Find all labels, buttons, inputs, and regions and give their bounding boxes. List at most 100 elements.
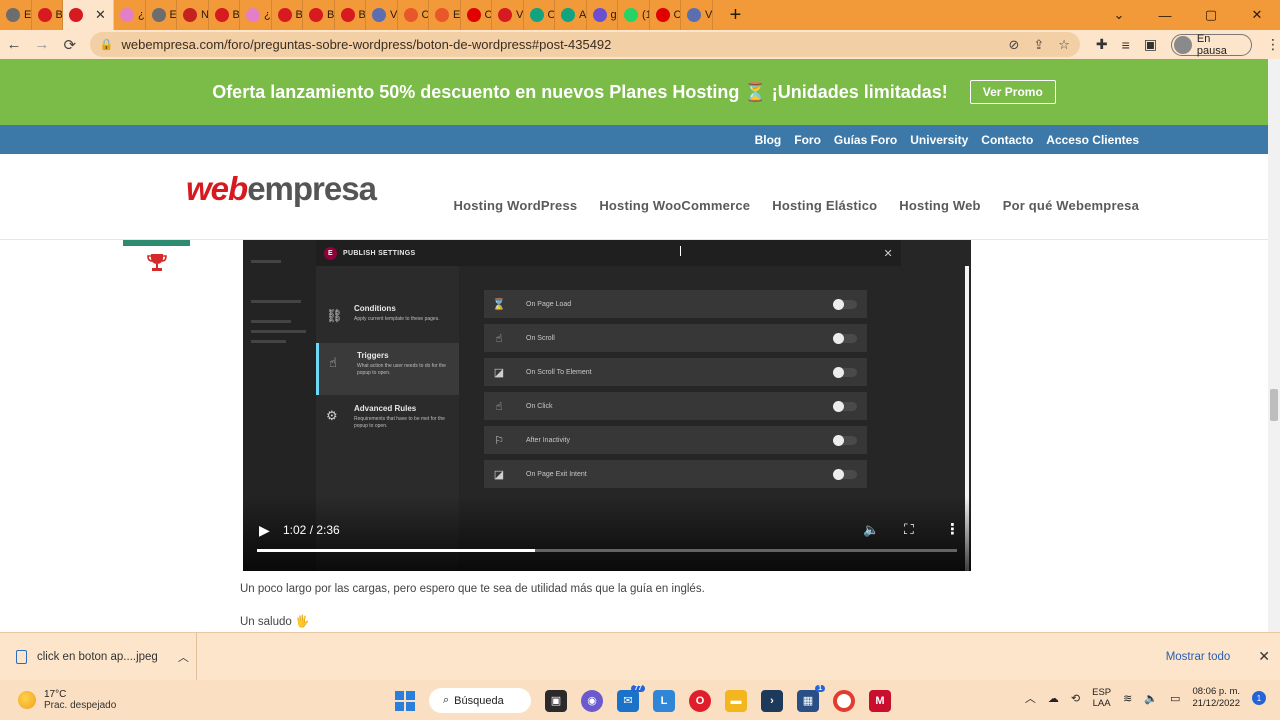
onedrive-cloud-icon[interactable]: ☁ <box>1048 692 1059 705</box>
browser-tab[interactable]: ¿Cc <box>240 0 272 30</box>
new-tab-button[interactable]: + <box>721 4 751 27</box>
browser-tab[interactable]: Cre <box>650 0 681 30</box>
terminal-icon[interactable]: › <box>761 689 783 712</box>
extensions-icon[interactable]: ✚ <box>1096 36 1108 53</box>
mail-icon[interactable]: ✉ 77 <box>617 684 645 712</box>
gmail-icon <box>183 8 197 22</box>
sync-icon[interactable]: ⟲ <box>1071 692 1080 705</box>
main-nav-link[interactable]: Hosting WooCommerce <box>599 198 750 213</box>
tab-search-icon[interactable]: ⌄ <box>1096 0 1142 30</box>
main-nav: Hosting WordPress Hosting WooCommerce Host… <box>454 198 1139 213</box>
wifi-icon[interactable]: ≋ <box>1123 692 1132 705</box>
top-nav-link[interactable]: Acceso Clientes <box>1046 133 1139 147</box>
chevron-up-icon[interactable]: ︿ <box>178 649 189 665</box>
browser-tab[interactable]: Bot <box>32 0 63 30</box>
main-nav-link[interactable]: Hosting Elástico <box>772 198 877 213</box>
main-nav-link[interactable]: Hosting Web <box>899 198 980 213</box>
language-indicator[interactable]: ESP LAA <box>1092 687 1111 709</box>
browser-tab[interactable]: Nu <box>177 0 209 30</box>
top-nav-link[interactable]: Foro <box>794 133 821 147</box>
elementor-icon <box>120 8 134 22</box>
chrome-app-icon[interactable] <box>833 689 855 712</box>
windows-start-icon[interactable] <box>395 690 415 711</box>
back-button[interactable]: ← <box>0 36 28 53</box>
browser-tab[interactable]: Bot <box>335 0 366 30</box>
reading-list-icon[interactable]: ≡ <box>1122 37 1130 53</box>
browser-tab[interactable]: gui <box>587 0 618 30</box>
inactivity-icon: ⚐ <box>494 434 504 447</box>
download-bar: click en boton ap....jpeg ︿ Mostrar todo… <box>0 632 1280 681</box>
close-icon[interactable]: ✕ <box>1258 648 1270 665</box>
tab-label: Ele <box>453 9 461 21</box>
download-item[interactable]: click en boton ap....jpeg ︿ <box>0 632 197 681</box>
tab-label: Vie <box>390 9 398 21</box>
elementor-icon <box>246 8 260 22</box>
tab-close-icon[interactable]: ✕ <box>95 7 106 23</box>
tab-label: Bot <box>358 9 366 21</box>
battery-icon[interactable]: ▭ <box>1170 692 1180 705</box>
profile-button[interactable]: En pausa <box>1171 33 1253 57</box>
video-time: 1:02 / 2:36 <box>283 523 340 537</box>
volume-icon[interactable]: 🔈 <box>863 522 879 538</box>
bookmark-star-icon[interactable]: ☆ <box>1058 37 1070 53</box>
file-explorer-icon[interactable]: ▬ <box>725 689 747 712</box>
task-view-icon[interactable]: ▣ <box>545 689 567 712</box>
webempresa-logo[interactable]: webempresa <box>186 170 377 208</box>
chat-icon[interactable]: ◉ <box>581 689 603 712</box>
maximize-icon[interactable]: ▢ <box>1188 0 1234 30</box>
scrollbar-thumb[interactable] <box>1270 389 1278 421</box>
fullscreen-icon[interactable]: ⛶ <box>904 521 914 538</box>
browser-tab[interactable]: ✕ <box>63 0 114 30</box>
minimize-icon[interactable]: — <box>1142 0 1188 30</box>
browser-tab[interactable]: Ele <box>146 0 177 30</box>
play-icon[interactable]: ▶ <box>259 522 270 539</box>
address-bar[interactable]: 🔒 webempresa.com/foro/preguntas-sobre-wo… <box>89 32 1080 57</box>
main-nav-link[interactable]: Hosting WordPress <box>454 198 578 213</box>
clock[interactable]: 08:06 p. m. 21/12/2022 <box>1192 686 1240 710</box>
reload-button[interactable]: ⟳ <box>56 36 84 54</box>
main-nav-link[interactable]: Por qué Webempresa <box>1003 198 1139 213</box>
promo-button[interactable]: Ver Promo <box>969 80 1056 104</box>
menu-kebab-icon[interactable]: ⋮ <box>1266 36 1280 53</box>
forward-button[interactable]: → <box>28 36 56 53</box>
browser-tab[interactable]: Cór <box>398 0 429 30</box>
globe-icon <box>372 8 386 22</box>
browser-tab[interactable]: Op <box>524 0 555 30</box>
browser-tab[interactable]: Aju <box>555 0 587 30</box>
browser-tab[interactable]: Vie <box>681 0 713 30</box>
store-icon[interactable]: ▦ 1 <box>797 684 825 712</box>
browser-tab[interactable]: Ele <box>429 0 461 30</box>
share-icon[interactable]: ⇪ <box>1033 37 1044 53</box>
browser-tab[interactable]: Ver <box>492 0 524 30</box>
browser-tab[interactable]: Ele <box>0 0 32 30</box>
speaker-icon[interactable]: 🔈 <box>1144 692 1158 705</box>
close-window-icon[interactable]: ✕ <box>1234 0 1280 30</box>
side-panel-icon[interactable]: ▣ <box>1144 36 1157 53</box>
taskbar-search[interactable]: ⌕ Búsqueda <box>429 688 531 713</box>
video-player[interactable]: E PUBLISH SETTINGS ✕ ⛓ Conditions Apply cu… <box>243 240 971 571</box>
privacy-icon[interactable]: ⊘ <box>1008 37 1019 53</box>
show-all-link[interactable]: Mostrar todo <box>1166 651 1231 663</box>
more-options-icon[interactable]: ⋮ <box>945 520 960 538</box>
top-nav-link[interactable]: Contacto <box>981 133 1033 147</box>
browser-tab[interactable]: Bot <box>209 0 240 30</box>
notification-badge[interactable]: 1 <box>1252 691 1266 705</box>
l-app-icon[interactable]: L <box>653 689 675 712</box>
top-nav-link[interactable]: University <box>910 133 968 147</box>
weather-widget[interactable]: 17°C Prac. despejado <box>0 689 390 711</box>
browser-tab[interactable]: Bot <box>303 0 335 30</box>
page-scrollbar[interactable] <box>1268 59 1280 632</box>
browser-tab[interactable]: ¿Cc <box>114 0 146 30</box>
browser-tab[interactable]: Vie <box>366 0 398 30</box>
browser-tab[interactable]: Cre <box>461 0 492 30</box>
close-icon: ✕ <box>883 247 893 260</box>
top-nav-link[interactable]: Guías Foro <box>834 133 897 147</box>
browser-tab[interactable]: Bot <box>272 0 303 30</box>
elementor-logo-icon: E <box>324 246 337 260</box>
mcafee-icon[interactable]: M <box>869 689 891 712</box>
opera-icon[interactable]: O <box>689 689 711 712</box>
browser-tab[interactable]: (1) <box>618 0 650 30</box>
video-progress-bar[interactable] <box>257 549 957 552</box>
chevron-up-icon[interactable]: ︿ <box>1025 690 1036 706</box>
top-nav-link[interactable]: Blog <box>755 133 782 147</box>
